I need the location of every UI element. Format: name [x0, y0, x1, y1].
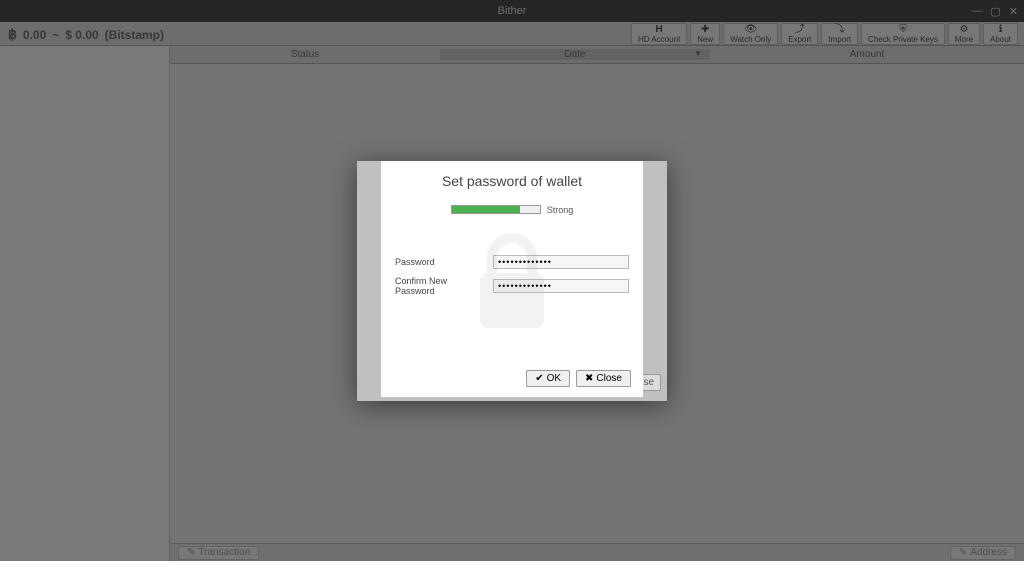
password-modal: Set password of wallet Strong Password C…: [381, 161, 643, 397]
modal-overlay: se Set password of wallet Strong Passwor…: [0, 0, 1024, 561]
check-icon: ✔: [535, 373, 543, 384]
close-button[interactable]: ✖ Close: [576, 370, 631, 387]
strength-bar: [451, 205, 541, 214]
strength-fill: [452, 206, 521, 213]
modal-outer-frame: se Set password of wallet Strong Passwor…: [357, 161, 667, 401]
modal-title: Set password of wallet: [395, 173, 629, 189]
strength-label: Strong: [547, 205, 574, 215]
ok-label: OK: [547, 373, 561, 384]
confirm-label: Confirm New Password: [395, 276, 487, 296]
close-icon: ✖: [585, 373, 593, 384]
modal-actions: ✔ OK ✖ Close: [526, 370, 631, 387]
strength-indicator: Strong: [395, 205, 629, 215]
close-label: Close: [596, 373, 622, 384]
confirm-password-input[interactable]: [493, 279, 629, 293]
confirm-row: Confirm New Password: [395, 276, 629, 296]
password-input[interactable]: [493, 255, 629, 269]
password-label: Password: [395, 257, 487, 267]
password-row: Password: [395, 255, 629, 269]
ok-button[interactable]: ✔ OK: [526, 370, 570, 387]
